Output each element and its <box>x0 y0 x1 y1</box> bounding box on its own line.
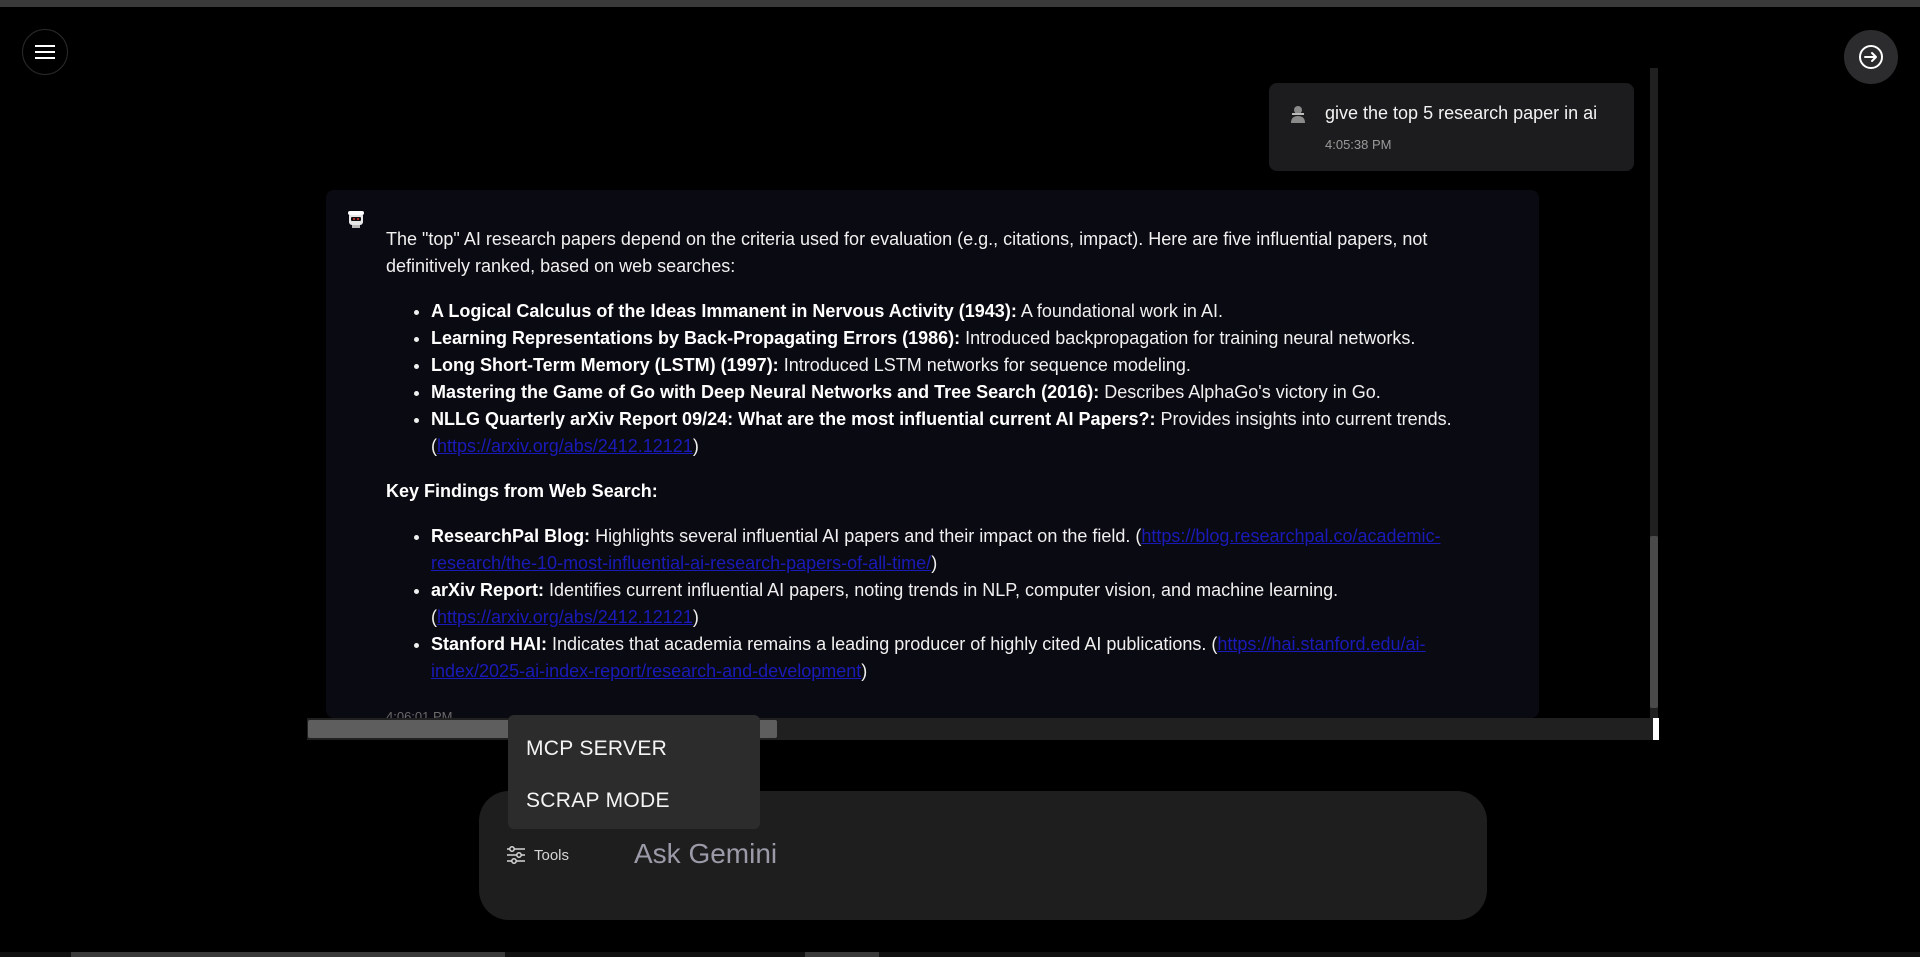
paper-desc: Provides insights into current trends. <box>1155 409 1452 429</box>
hamburger-icon <box>35 45 55 59</box>
top-strip <box>0 0 1920 7</box>
sliders-icon <box>507 846 525 864</box>
list-item: arXiv Report: Identifies current influen… <box>431 577 1516 631</box>
findings-list: ResearchPal Blog: Highlights several inf… <box>386 523 1516 685</box>
bottom-scrollbar <box>0 952 1920 957</box>
arrow-circle-right-icon <box>1859 45 1883 69</box>
paper-desc: A foundational work in AI. <box>1016 301 1223 321</box>
bottom-scrollbar-segment <box>71 952 505 957</box>
menu-item-scrap-mode[interactable]: SCRAP MODE <box>508 775 760 827</box>
tools-button[interactable]: Tools <box>506 844 569 866</box>
tools-label: Tools <box>534 846 570 864</box>
finding-title: arXiv Report: <box>431 580 545 600</box>
robot-avatar-icon <box>348 211 364 228</box>
tools-menu: MCP SERVER SCRAP MODE <box>508 715 760 829</box>
paper-title: Long Short-Term Memory (LSTM) (1997): <box>431 355 779 375</box>
finding-link[interactable]: https://arxiv.org/abs/2412.12121 <box>437 607 693 627</box>
assistant-message: The "top" AI research papers depend on t… <box>326 190 1539 718</box>
user-avatar-icon <box>1291 106 1305 123</box>
chat-scrollbar-thumb[interactable] <box>1650 536 1658 708</box>
finding-desc: Indicates that academia remains a leadin… <box>547 634 1212 654</box>
findings-heading-text: Key Findings from Web Search: <box>386 481 658 501</box>
list-item: Long Short-Term Memory (LSTM) (1997): In… <box>431 352 1516 379</box>
paper-desc: Describes AlphaGo's victory in Go. <box>1099 382 1381 402</box>
findings-heading: Key Findings from Web Search: <box>386 478 1516 505</box>
finding-desc: Highlights several influential AI papers… <box>590 526 1136 546</box>
paper-desc: Introduced backpropagation for training … <box>960 328 1416 348</box>
menu-item-mcp-server[interactable]: MCP SERVER <box>508 723 760 775</box>
finding-desc: Identifies current influential AI papers… <box>544 580 1339 600</box>
list-item: Stanford HAI: Indicates that academia re… <box>431 631 1516 685</box>
chat-scrollbar[interactable] <box>1650 68 1658 740</box>
finding-title: Stanford HAI: <box>431 634 547 654</box>
assistant-message-content: The "top" AI research papers depend on t… <box>386 226 1516 718</box>
assistant-intro: The "top" AI research papers depend on t… <box>386 229 1428 276</box>
finding-title: ResearchPal Blog: <box>431 526 591 546</box>
paper-title: NLLG Quarterly arXiv Report 09/24: What … <box>431 409 1156 429</box>
list-item: NLLG Quarterly arXiv Report 09/24: What … <box>431 406 1516 460</box>
list-item: ResearchPal Blog: Highlights several inf… <box>431 523 1516 577</box>
paper-title: A Logical Calculus of the Ideas Immanent… <box>431 301 1017 321</box>
paper-link[interactable]: https://arxiv.org/abs/2412.12121 <box>437 436 693 456</box>
menu-button[interactable] <box>22 29 68 75</box>
papers-list: A Logical Calculus of the Ideas Immanent… <box>386 298 1516 460</box>
prompt-input[interactable] <box>634 832 1334 876</box>
user-message-text: give the top 5 research paper in ai <box>1325 103 1598 123</box>
logout-button[interactable] <box>1844 30 1898 84</box>
bottom-scrollbar-segment <box>805 952 879 957</box>
list-item: Learning Representations by Back-Propaga… <box>431 325 1516 352</box>
paper-title: Learning Representations by Back-Propaga… <box>431 328 961 348</box>
user-message: give the top 5 research paper in ai 4:05… <box>1269 83 1634 171</box>
paper-title: Mastering the Game of Go with Deep Neura… <box>431 382 1100 402</box>
paper-desc: Introduced LSTM networks for sequence mo… <box>778 355 1191 375</box>
list-item: A Logical Calculus of the Ideas Immanent… <box>431 298 1516 325</box>
scrollbar-corner <box>1653 718 1659 740</box>
list-item: Mastering the Game of Go with Deep Neura… <box>431 379 1516 406</box>
user-message-time: 4:05:38 PM <box>1325 137 1392 152</box>
